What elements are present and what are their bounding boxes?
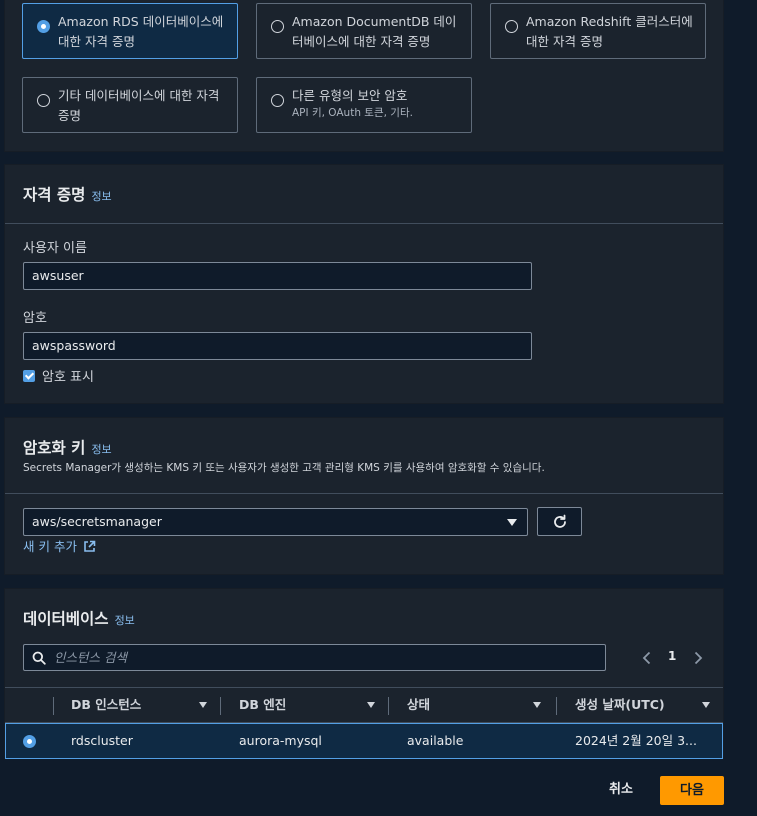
sort-caret-icon[interactable] (533, 702, 541, 708)
column-separator (53, 697, 54, 715)
cell-status: available (407, 733, 464, 748)
encryption-description: Secrets Manager가 생성하는 KMS 키 또는 사용자가 생성한 … (23, 462, 545, 474)
previous-page-icon[interactable] (642, 651, 652, 665)
cell-db-engine: aurora-mysql (239, 733, 322, 748)
search-icon (32, 651, 46, 665)
column-separator (556, 697, 557, 715)
show-password-checkbox[interactable] (23, 370, 35, 382)
sort-caret-icon[interactable] (199, 702, 207, 708)
page-number[interactable]: 1 (668, 649, 676, 663)
secret-type-option-other-secret[interactable]: 다른 유형의 보안 암호 API 키, OAuth 토큰, 기타. (256, 77, 472, 133)
radio-icon[interactable] (37, 94, 50, 107)
password-input[interactable]: awspassword (23, 332, 532, 360)
secret-type-option-label: 기타 데이터베이스에 대한 자격 증명 (58, 88, 220, 123)
column-header-label: DB 엔진 (239, 697, 287, 712)
info-link[interactable]: 정보 (115, 614, 135, 627)
column-separator (220, 697, 221, 715)
encryption-heading: 암호화 키 정보 (23, 436, 112, 458)
database-heading: 데이터베이스 정보 (23, 607, 135, 629)
secret-type-option-label: 다른 유형의 보안 암호 (292, 88, 408, 103)
username-input[interactable]: awsuser (23, 262, 532, 290)
encryption-panel: 암호화 키 정보 Secrets Manager가 생성하는 KMS 키 또는 사… (4, 417, 724, 575)
column-header-label: 생성 날짜(UTC) (575, 697, 665, 712)
add-key-link[interactable]: 새 키 추가 (23, 536, 96, 555)
refresh-button[interactable] (537, 507, 582, 536)
credentials-title: 자격 증명 (23, 186, 86, 204)
column-header-db-instance[interactable]: DB 인스턴스 (71, 688, 221, 722)
credentials-panel: 자격 증명 정보 사용자 이름 awsuser 암호 awspassword 암호… (4, 164, 724, 404)
kms-key-selected-value: aws/secretsmanager (32, 514, 162, 529)
row-radio-selected-icon[interactable] (23, 735, 36, 748)
radio-icon[interactable] (271, 20, 284, 33)
next-button[interactable]: 다음 (660, 776, 724, 805)
column-separator (388, 697, 389, 715)
cell-created-date: 2024년 2월 20일 3... (575, 733, 697, 748)
info-link[interactable]: 정보 (91, 443, 111, 456)
database-title: 데이터베이스 (23, 610, 109, 628)
cell-db-instance: rdscluster (71, 733, 133, 748)
sort-caret-icon[interactable] (367, 702, 375, 708)
info-link[interactable]: 정보 (91, 190, 111, 203)
search-placeholder: 인스턴스 검색 (54, 650, 127, 665)
secret-type-option-sublabel: API 키, OAuth 토큰, 기타. (292, 107, 413, 119)
secret-type-option-label: Amazon Redshift 클러스터에 대한 자격 증명 (526, 14, 693, 49)
secret-type-option-label: Amazon RDS 데이터베이스에 대한 자격 증명 (58, 14, 224, 49)
external-link-icon (84, 540, 96, 552)
radio-selected-icon[interactable] (37, 20, 50, 33)
caret-down-icon (507, 519, 517, 526)
secret-type-option-other-database[interactable]: 기타 데이터베이스에 대한 자격 증명 (22, 77, 238, 133)
username-label: 사용자 이름 (23, 241, 87, 256)
kms-key-select[interactable]: aws/secretsmanager (23, 508, 528, 536)
database-panel: 데이터베이스 정보 인스턴스 검색 1 DB 인스턴스 DB 엔진 상태 생성 … (4, 588, 724, 759)
secret-type-panel: Amazon RDS 데이터베이스에 대한 자격 증명 Amazon Docum… (4, 0, 724, 152)
radio-icon[interactable] (271, 94, 284, 107)
cancel-button[interactable]: 취소 (594, 776, 648, 804)
credentials-heading: 자격 증명 정보 (23, 183, 112, 205)
table-row[interactable]: rdscluster aurora-mysql available 2024년 … (5, 723, 723, 759)
show-password-label[interactable]: 암호 표시 (42, 366, 94, 385)
column-header-db-engine[interactable]: DB 엔진 (239, 688, 389, 722)
column-header-label: 상태 (407, 697, 431, 712)
secret-type-option-label: Amazon DocumentDB 데이터베이스에 대한 자격 증명 (292, 14, 457, 49)
next-page-icon[interactable] (693, 651, 703, 665)
table-header: DB 인스턴스 DB 엔진 상태 생성 날짜(UTC) (5, 687, 723, 723)
radio-icon[interactable] (505, 20, 518, 33)
secret-type-option-rds[interactable]: Amazon RDS 데이터베이스에 대한 자격 증명 (22, 3, 238, 59)
column-header-created-date[interactable]: 생성 날짜(UTC) (575, 688, 720, 722)
refresh-icon (553, 514, 566, 528)
divider (5, 223, 723, 224)
column-header-label: DB 인스턴스 (71, 697, 142, 712)
secret-type-option-redshift[interactable]: Amazon Redshift 클러스터에 대한 자격 증명 (490, 3, 706, 59)
password-label: 암호 (23, 311, 47, 326)
column-header-status[interactable]: 상태 (407, 688, 557, 722)
secret-type-option-documentdb[interactable]: Amazon DocumentDB 데이터베이스에 대한 자격 증명 (256, 3, 472, 59)
instance-search-input[interactable]: 인스턴스 검색 (23, 644, 606, 671)
sort-caret-icon[interactable] (702, 702, 710, 708)
encryption-title: 암호화 키 (23, 439, 86, 457)
divider (5, 493, 723, 494)
add-key-link-text: 새 키 추가 (23, 539, 77, 554)
